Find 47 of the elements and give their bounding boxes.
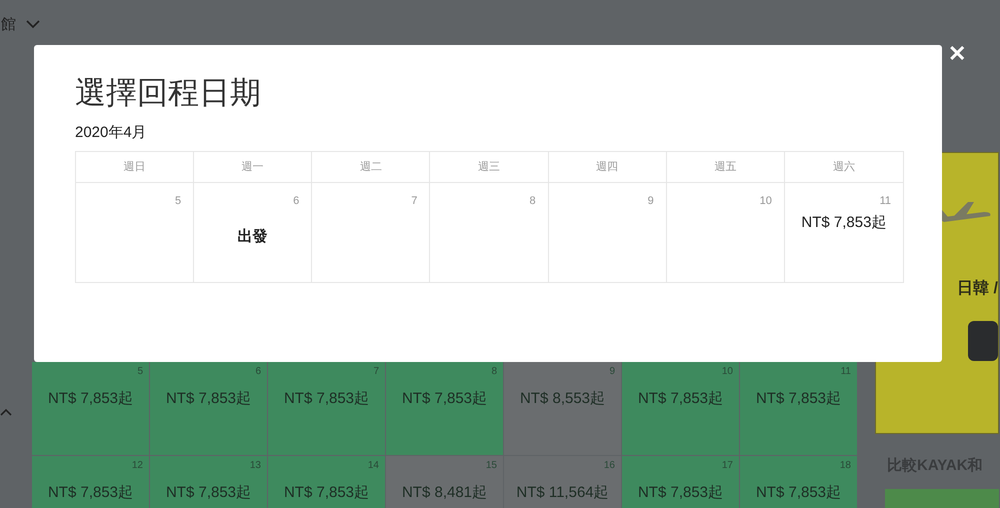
price-text: NT$ 7,853起 (756, 483, 842, 502)
day-number: 8 (491, 365, 498, 377)
weekday-header: 週五 (666, 152, 785, 183)
price-text: NT$ 7,853起 (638, 483, 724, 502)
day-number: 10 (722, 365, 734, 377)
price-text: NT$ 7,853起 (284, 483, 370, 502)
price-text: NT$ 8,553起 (520, 389, 606, 408)
day-number: 9 (648, 194, 655, 207)
day-number: 11 (880, 194, 892, 207)
day-number: 11 (840, 365, 852, 377)
price-text: NT$ 7,853起 (48, 389, 134, 408)
day-number: 17 (722, 459, 734, 471)
price-text: NT$ 7,853起 (756, 389, 842, 408)
day-number: 15 (486, 459, 498, 471)
day-number: 5 (137, 365, 144, 377)
day-number: 16 (604, 459, 616, 471)
day-number: 13 (250, 459, 262, 471)
day-number: 10 (760, 194, 773, 207)
price-text: NT$ 7,853起 (48, 483, 134, 502)
price-text: NT$ 7,853起 (166, 389, 252, 408)
price-text: NT$ 7,853起 (166, 483, 252, 502)
day-number: 6 (255, 365, 262, 377)
month-label: 2020年4月 (75, 123, 148, 143)
weekday-header: 週六 (784, 152, 903, 183)
price-text: NT$ 7,853起 (801, 213, 886, 232)
weekday-header: 週四 (548, 152, 667, 183)
price-text: NT$ 11,564起 (516, 483, 609, 502)
weekday-header: 週三 (430, 152, 549, 183)
price-text: NT$ 7,853起 (402, 389, 488, 408)
day-number: 14 (368, 459, 380, 471)
departure-label: 出發 (238, 227, 268, 246)
day-number: 8 (529, 194, 537, 207)
price-text: NT$ 8,481起 (402, 483, 488, 502)
price-text: NT$ 7,853起 (284, 389, 370, 408)
day-number: 7 (373, 365, 380, 377)
day-number: 5 (175, 194, 182, 207)
day-number: 6 (293, 194, 300, 207)
day-number: 9 (609, 365, 616, 377)
weekday-header: 週一 (194, 152, 312, 183)
ad-text: 日韓 / (957, 278, 998, 299)
weekday-header: 週二 (312, 152, 430, 183)
day-number: 12 (132, 459, 144, 471)
day-number: 7 (411, 194, 418, 207)
price-text: NT$ 7,853起 (638, 389, 724, 408)
dialog-title: 選擇回程日期 (75, 74, 262, 112)
weekday-header: 週日 (76, 152, 194, 183)
day-number: 18 (840, 459, 852, 471)
